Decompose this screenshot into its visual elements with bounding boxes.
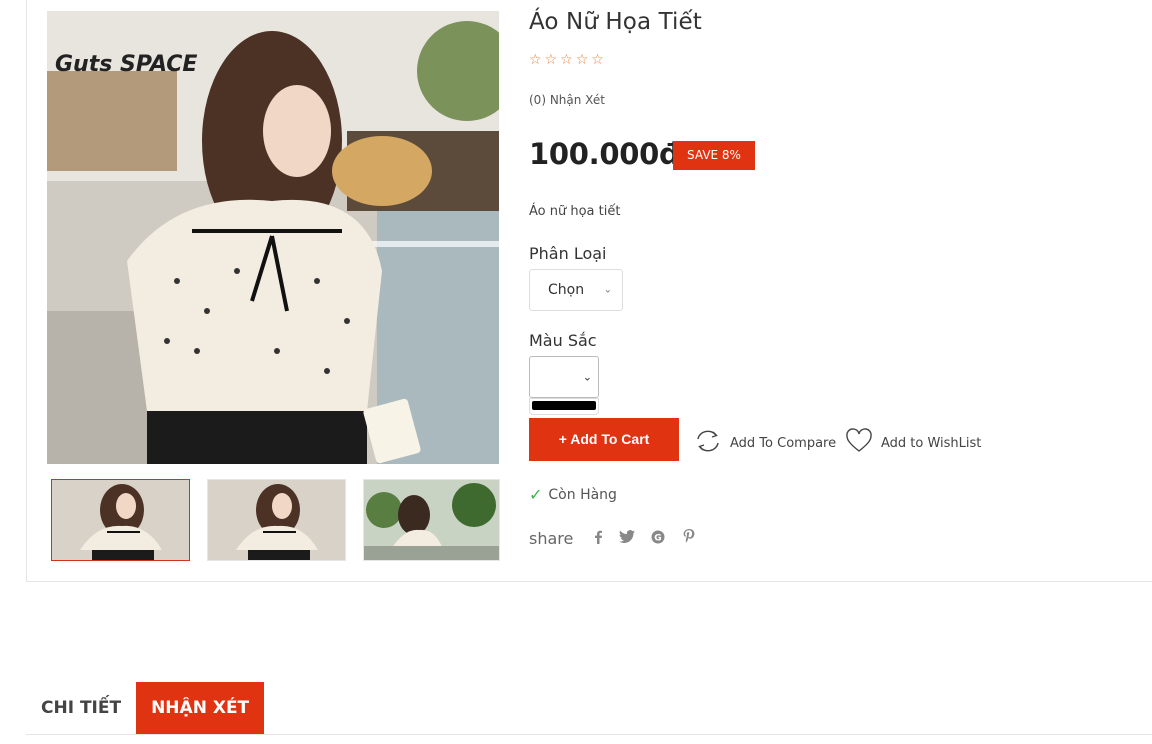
rating-stars: ☆ ☆ ☆ ☆ ☆ [529, 52, 604, 68]
color-option-label: Màu Sắc [529, 331, 597, 350]
type-select-value: Chọn [548, 282, 585, 298]
add-to-cart-button[interactable]: + Add To Cart [529, 418, 679, 461]
tab-reviews[interactable]: NHẬN XÉT [136, 682, 265, 734]
svg-text:Guts SPACE: Guts SPACE [55, 52, 197, 77]
type-option-label: Phân Loại [529, 244, 607, 263]
type-select[interactable]: Chọn ⌄ [529, 269, 623, 311]
chevron-down-icon: ⌄ [603, 284, 612, 296]
star-icon: ☆ [575, 52, 589, 68]
compare-icon [694, 428, 722, 458]
google-plus-icon[interactable]: G [651, 530, 667, 548]
save-badge: SAVE 8% [673, 141, 755, 170]
color-select[interactable]: ⌄ [529, 356, 599, 398]
share-row: share G [529, 529, 695, 548]
tab-divider [26, 734, 1152, 735]
star-icon: ☆ [529, 52, 542, 68]
product-title: Áo Nữ Họa Tiết [529, 9, 702, 35]
color-swatch-black[interactable] [529, 398, 599, 415]
thumbnail-3[interactable] [363, 479, 500, 561]
review-count-link[interactable]: (0) Nhận Xét [529, 93, 605, 107]
svg-text:G: G [655, 533, 662, 543]
thumbnail-2[interactable] [207, 479, 346, 561]
compare-label: Add To Compare [730, 435, 837, 451]
wishlist-label: Add to WishList [881, 435, 982, 451]
add-to-compare-button[interactable]: Add To Compare [694, 428, 836, 458]
check-icon: ✓ [529, 485, 543, 504]
product-price: 100.000đ [529, 137, 680, 171]
twitter-icon[interactable] [619, 530, 636, 547]
star-icon: ☆ [560, 52, 573, 68]
heart-icon [845, 428, 873, 458]
add-to-wishlist-button[interactable]: Add to WishList [845, 428, 981, 458]
main-product-image[interactable]: Guts SPACE [47, 11, 499, 464]
color-swatch-fill [532, 401, 596, 410]
star-icon: ☆ [544, 52, 558, 68]
tab-details[interactable]: CHI TIẾT [26, 682, 136, 734]
chevron-down-icon: ⌄ [582, 370, 592, 384]
star-icon: ☆ [591, 52, 604, 68]
short-description: Áo nữ họa tiết [529, 204, 621, 219]
product-tabs: CHI TIẾT NHẬN XÉT [26, 682, 265, 734]
stock-status: ✓ Còn Hàng [529, 485, 617, 504]
pinterest-icon[interactable] [683, 529, 695, 548]
thumbnail-1[interactable] [51, 479, 190, 561]
share-label: share [529, 529, 574, 548]
stock-status-text: Còn Hàng [548, 486, 617, 503]
facebook-icon[interactable] [593, 530, 603, 548]
